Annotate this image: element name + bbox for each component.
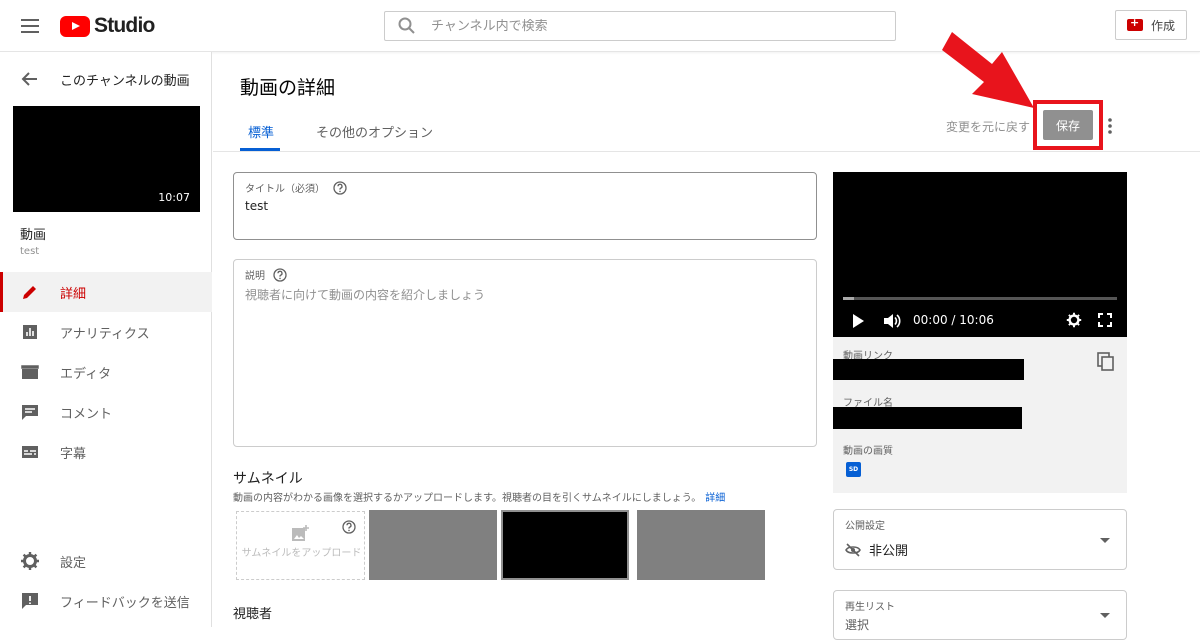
sidebar-item-label: アナリティクス bbox=[60, 326, 150, 342]
gear-icon[interactable] bbox=[1066, 312, 1082, 328]
thumbnail-option[interactable] bbox=[369, 510, 497, 580]
search-icon bbox=[398, 17, 415, 34]
undo-changes-button[interactable]: 変更を元に戻す bbox=[946, 118, 1030, 135]
fullscreen-icon[interactable] bbox=[1098, 313, 1112, 327]
progress-fill bbox=[843, 297, 854, 300]
tabs-divider bbox=[213, 151, 1200, 152]
visibility-select[interactable]: 公開設定 非公開 bbox=[833, 509, 1127, 570]
playlist-label: 再生リスト bbox=[845, 602, 895, 613]
upload-thumbnail-button[interactable]: サムネイルをアップロード bbox=[236, 511, 365, 580]
analytics-icon bbox=[23, 325, 37, 339]
youtube-play-icon bbox=[60, 15, 90, 37]
chevron-down-icon bbox=[1100, 538, 1110, 543]
redacted-file-name bbox=[833, 407, 1022, 429]
thumbnail-option[interactable] bbox=[637, 510, 765, 580]
video-duration: 10:07 bbox=[158, 191, 190, 204]
eye-off-icon bbox=[845, 542, 861, 557]
copy-icon[interactable] bbox=[1097, 352, 1115, 372]
page-title: 動画の詳細 bbox=[240, 77, 336, 99]
youtube-studio-logo[interactable]: Studio bbox=[60, 13, 155, 39]
chevron-down-icon bbox=[1100, 613, 1110, 618]
thumbnail-option-selected[interactable] bbox=[501, 510, 629, 580]
description-placeholder[interactable]: 視聴者に向けて動画の内容を紹介しましょう bbox=[245, 286, 485, 303]
create-button[interactable]: 作成 bbox=[1115, 10, 1187, 40]
visibility-value: 非公開 bbox=[869, 544, 909, 559]
playlist-select[interactable]: 再生リスト 選択 bbox=[833, 590, 1127, 640]
volume-icon[interactable] bbox=[883, 312, 901, 330]
save-button[interactable]: 保存 bbox=[1043, 110, 1093, 140]
sidebar-item-label: 字幕 bbox=[60, 446, 87, 462]
play-icon[interactable] bbox=[851, 313, 865, 329]
thumbnail-description-text: 動画の内容がわかる画像を選択するかアップロードします。視聴者の目を引くサムネイル… bbox=[233, 493, 702, 504]
title-field[interactable]: タイトル（必須） test bbox=[233, 172, 817, 240]
create-label: 作成 bbox=[1150, 18, 1175, 33]
audience-heading: 視聴者 bbox=[233, 607, 273, 622]
sidebar: このチャンネルの動画 10:07 動画 test 詳細 アナリティクス エディタ… bbox=[0, 52, 212, 627]
sidebar-item-details[interactable]: 詳細 bbox=[0, 272, 212, 312]
help-icon[interactable] bbox=[333, 180, 347, 195]
sidebar-item-label: 設定 bbox=[60, 555, 87, 571]
clapperboard-icon bbox=[21, 365, 39, 379]
search-input[interactable] bbox=[431, 18, 871, 34]
title-field-label: タイトル（必須） bbox=[245, 184, 325, 195]
upload-thumbnail-label: サムネイルをアップロード bbox=[241, 548, 362, 559]
playlist-value: 選択 bbox=[845, 618, 870, 632]
add-image-icon bbox=[292, 525, 309, 541]
sidebar-item-subtitles[interactable]: 字幕 bbox=[0, 432, 212, 472]
sidebar-item-editor[interactable]: エディタ bbox=[0, 352, 212, 392]
subtitles-icon bbox=[22, 446, 38, 458]
redacted-video-link[interactable] bbox=[833, 359, 1024, 380]
comment-icon bbox=[22, 405, 38, 420]
thumbnail-description: 動画の内容がわかる画像を選択するかアップロードします。視聴者の目を引くサムネイル… bbox=[233, 489, 725, 504]
video-name: test bbox=[20, 246, 40, 257]
feedback-icon bbox=[22, 593, 38, 609]
sidebar-item-label: エディタ bbox=[60, 366, 112, 382]
title-input-value[interactable]: test bbox=[245, 199, 268, 213]
back-label: このチャンネルの動画 bbox=[60, 73, 190, 89]
video-time: 00:00 / 10:06 bbox=[913, 313, 994, 327]
sidebar-item-label: 詳細 bbox=[60, 286, 87, 302]
search-box[interactable] bbox=[384, 11, 896, 41]
sidebar-item-feedback[interactable]: フィードバックを送信 bbox=[0, 581, 212, 621]
back-to-channel-videos[interactable]: このチャンネルの動画 bbox=[0, 67, 212, 91]
sidebar-item-settings[interactable]: 設定 bbox=[0, 541, 212, 581]
gear-icon bbox=[21, 552, 39, 570]
tab-more-options[interactable]: その他のオプション bbox=[316, 122, 433, 141]
back-arrow-icon bbox=[21, 72, 37, 86]
hamburger-menu-icon[interactable] bbox=[18, 14, 42, 38]
tab-basic[interactable]: 標準 bbox=[248, 122, 274, 141]
pencil-icon bbox=[23, 286, 36, 299]
description-field-label: 説明 bbox=[245, 271, 265, 282]
video-preview-panel: 00:00 / 10:06 動画リンク ファイル名 動画の画質 SD bbox=[833, 172, 1127, 493]
thumbnail-learn-more-link[interactable]: 詳細 bbox=[705, 493, 725, 504]
sidebar-item-label: コメント bbox=[60, 406, 113, 422]
video-label: 動画 bbox=[20, 228, 47, 243]
sd-quality-badge: SD bbox=[846, 462, 861, 477]
description-field[interactable]: 説明 視聴者に向けて動画の内容を紹介しましょう bbox=[233, 259, 817, 447]
create-video-icon bbox=[1126, 16, 1143, 31]
more-options-icon[interactable] bbox=[1104, 116, 1116, 136]
progress-bar[interactable] bbox=[843, 297, 1117, 300]
visibility-label: 公開設定 bbox=[845, 521, 885, 532]
annotation-arrow-icon bbox=[942, 32, 1034, 108]
logo-text: Studio bbox=[94, 14, 155, 37]
sidebar-item-comments[interactable]: コメント bbox=[0, 392, 212, 432]
video-quality-label: 動画の画質 bbox=[843, 446, 893, 457]
sidebar-item-analytics[interactable]: アナリティクス bbox=[0, 312, 212, 352]
video-player[interactable]: 00:00 / 10:06 bbox=[833, 172, 1127, 337]
video-thumbnail[interactable]: 10:07 bbox=[13, 106, 200, 212]
sidebar-item-label: フィードバックを送信 bbox=[60, 595, 190, 611]
thumbnail-heading: サムネイル bbox=[233, 471, 303, 487]
help-icon[interactable] bbox=[342, 520, 356, 534]
help-icon[interactable] bbox=[273, 267, 287, 282]
